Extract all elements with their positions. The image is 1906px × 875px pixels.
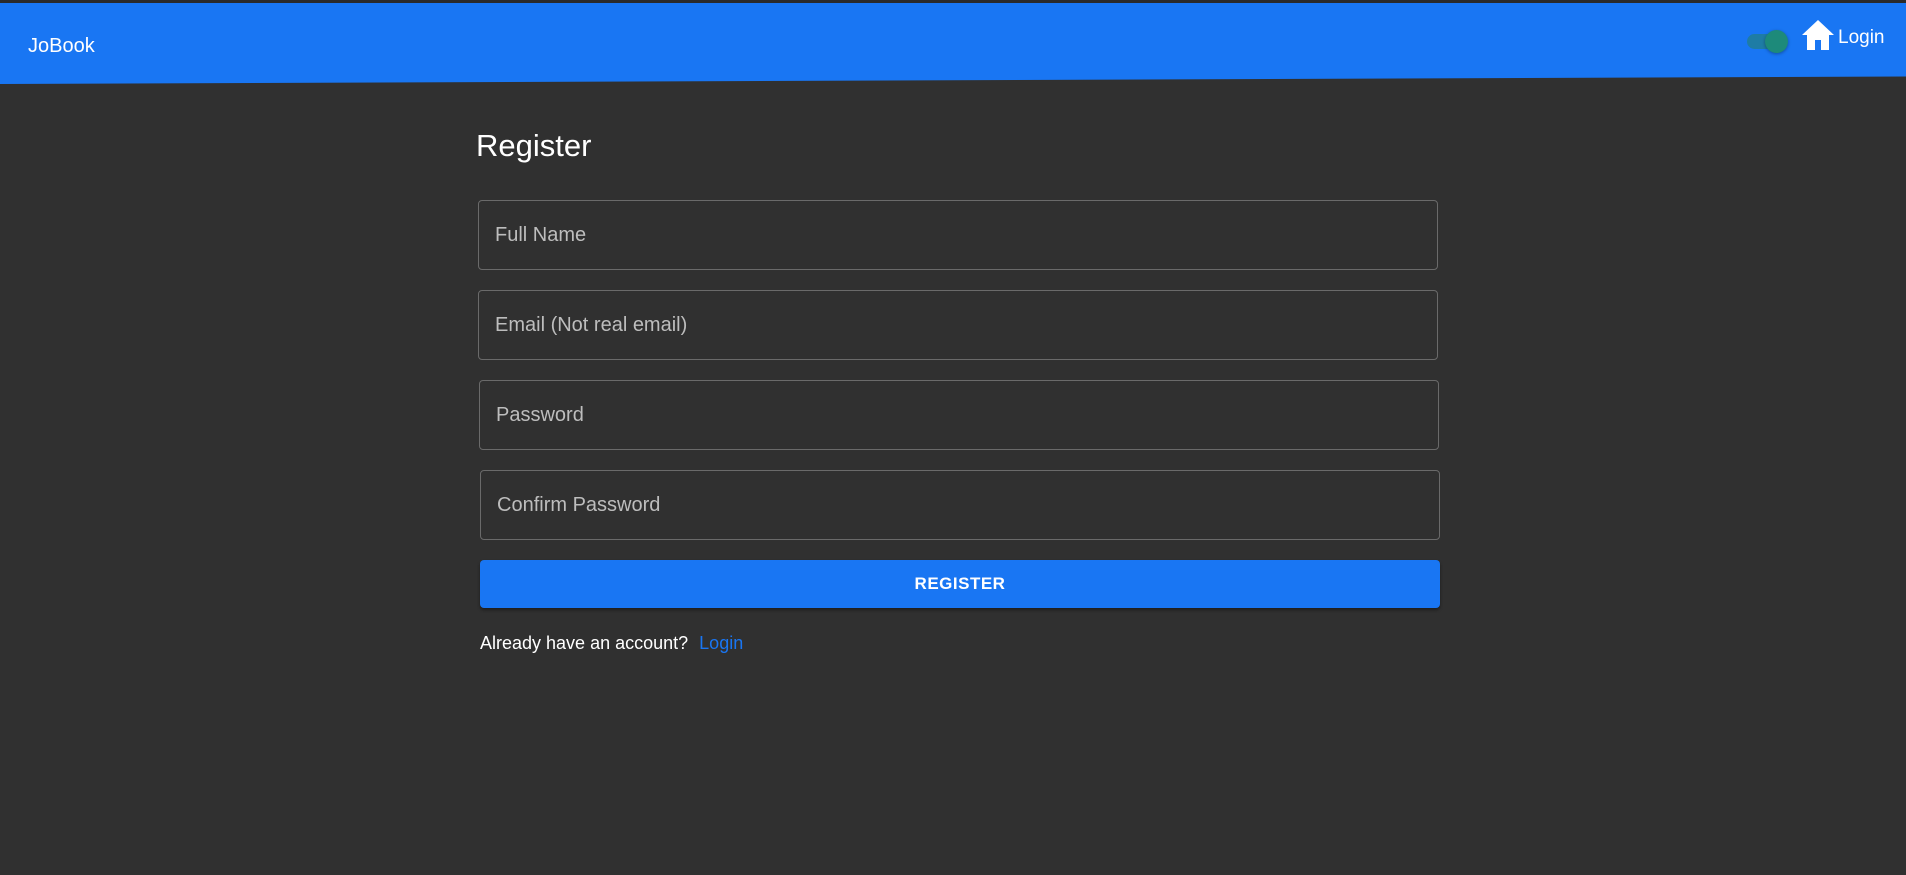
nav-login-link[interactable]: Login <box>1838 27 1885 49</box>
theme-toggle[interactable] <box>1743 29 1789 53</box>
confirm-password-input[interactable] <box>481 471 1439 539</box>
login-prompt: Already have an account? Login <box>480 633 743 654</box>
login-prompt-text: Already have an account? <box>480 633 689 653</box>
brand-title[interactable]: JoBook <box>28 35 95 58</box>
toggle-thumb <box>1765 30 1788 53</box>
password-field[interactable] <box>479 380 1439 450</box>
login-link[interactable]: Login <box>699 633 743 653</box>
full-name-field[interactable] <box>478 200 1438 270</box>
confirm-password-field[interactable] <box>480 470 1440 540</box>
page-title: Register <box>476 128 592 163</box>
register-button[interactable]: REGISTER <box>480 560 1440 608</box>
email-input[interactable] <box>479 291 1437 359</box>
email-field[interactable] <box>478 290 1438 360</box>
full-name-input[interactable] <box>479 201 1437 269</box>
password-input[interactable] <box>480 381 1438 449</box>
home-icon[interactable] <box>1800 18 1836 52</box>
app-bar: JoBook Login <box>0 0 1906 84</box>
